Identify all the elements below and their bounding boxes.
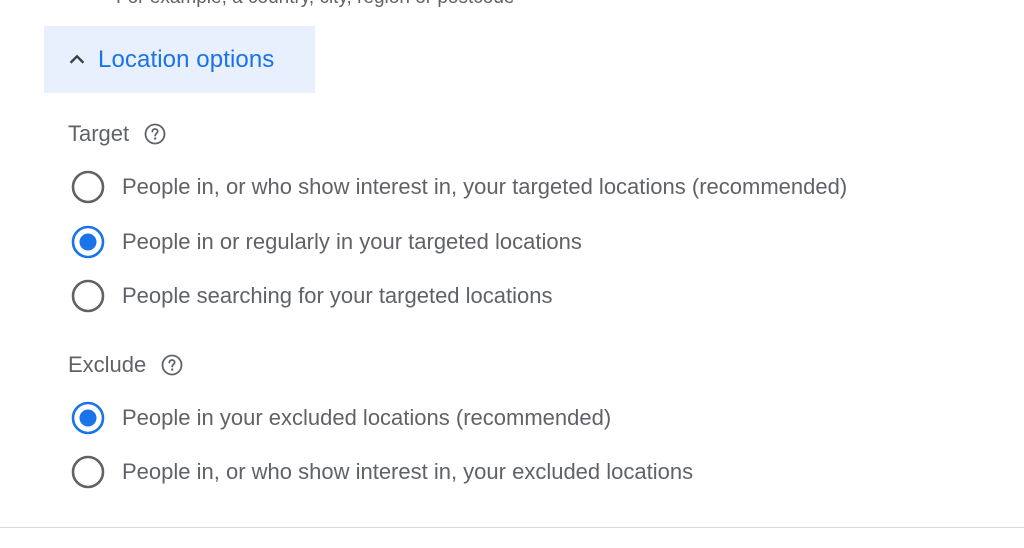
exclude-option-label: People in your excluded locations (recom… — [122, 405, 612, 430]
location-search-hint: For example, a country, city, region or … — [116, 0, 514, 9]
exclude-option-presence[interactable]: People in your excluded locations (recom… — [70, 400, 611, 436]
radio-unchecked-icon[interactable] — [70, 169, 106, 205]
location-settings-panel: For example, a country, city, region or … — [0, 0, 1024, 548]
target-heading: Target — [68, 121, 167, 147]
exclude-title: Exclude — [68, 352, 147, 377]
radio-checked-icon[interactable] — [70, 400, 106, 436]
target-title: Target — [68, 121, 130, 146]
exclude-option-label: People in, or who show interest in, your… — [122, 459, 694, 484]
location-options-label: Location options — [98, 45, 275, 73]
target-option-interest[interactable]: People in, or who show interest in, your… — [70, 169, 847, 205]
target-option-label: People in or regularly in your targeted … — [122, 229, 582, 254]
exclude-heading: Exclude — [68, 352, 184, 378]
radio-unchecked-icon[interactable] — [70, 278, 106, 314]
section-divider — [0, 527, 1024, 528]
target-option-label: People in, or who show interest in, your… — [122, 174, 848, 199]
target-option-presence[interactable]: People in or regularly in your targeted … — [70, 224, 582, 260]
target-option-label: People searching for your targeted locat… — [122, 283, 553, 308]
chevron-up-icon — [66, 49, 88, 71]
help-icon[interactable] — [160, 353, 184, 377]
location-options-toggle[interactable]: Location options — [44, 26, 315, 93]
target-option-searching[interactable]: People searching for your targeted locat… — [70, 278, 552, 314]
help-icon[interactable] — [143, 122, 167, 146]
radio-unchecked-icon[interactable] — [70, 454, 106, 490]
exclude-option-interest[interactable]: People in, or who show interest in, your… — [70, 454, 693, 490]
radio-checked-icon[interactable] — [70, 224, 106, 260]
